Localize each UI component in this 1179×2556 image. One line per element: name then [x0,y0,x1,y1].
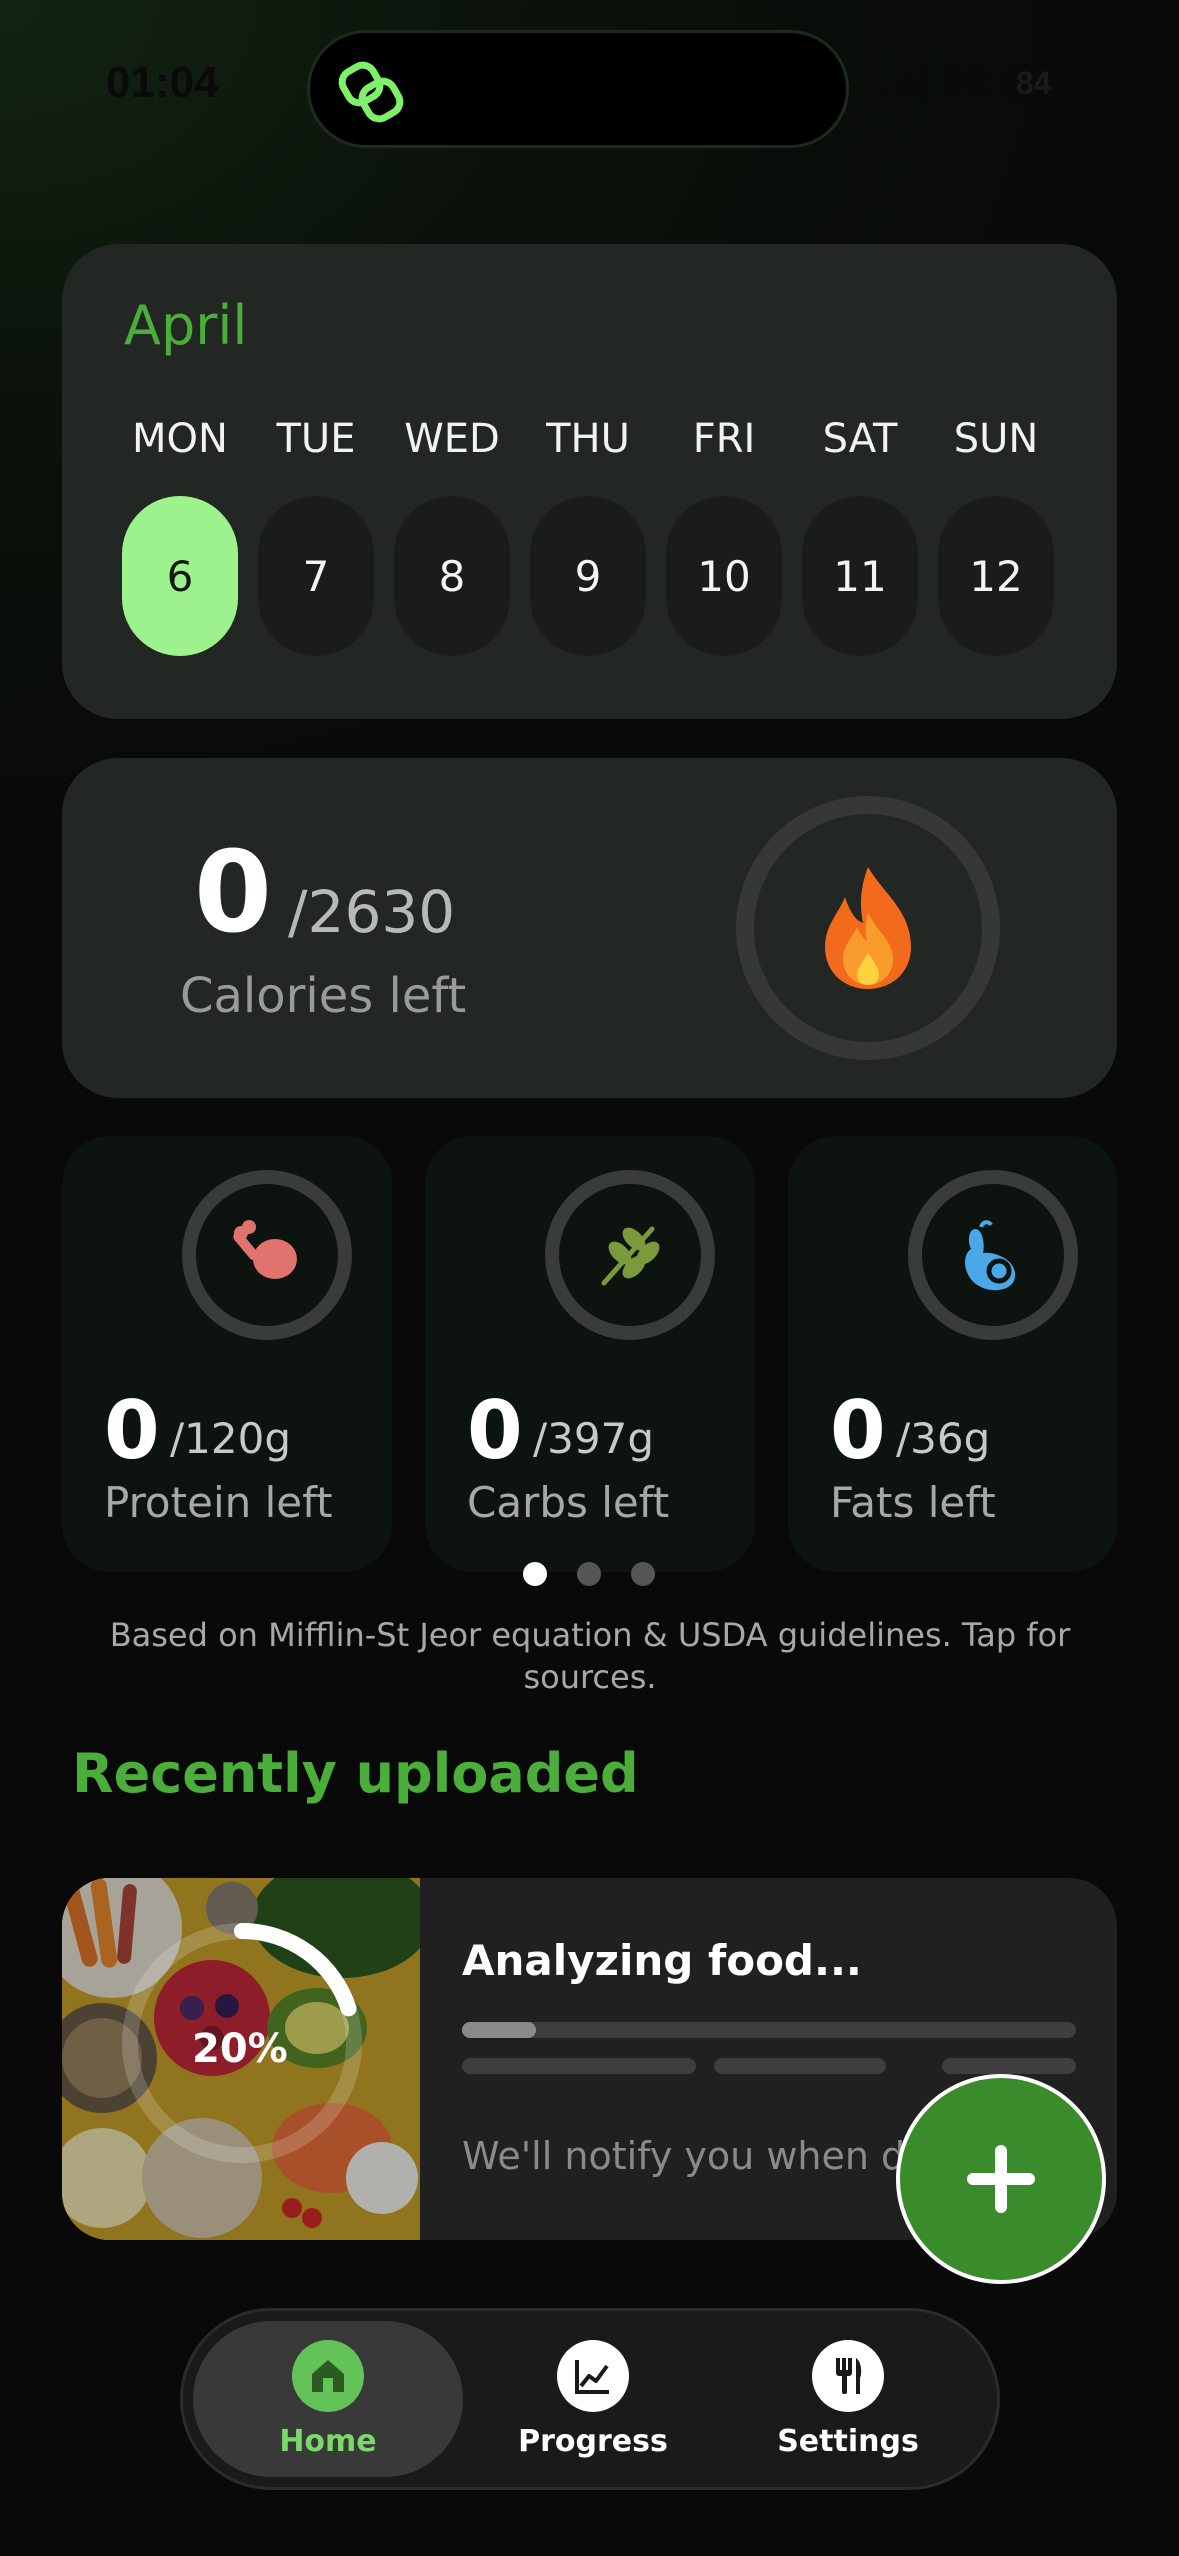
plus-icon [967,2145,1035,2213]
progress-percent: 20% [192,2026,288,2072]
skeleton-bar [942,2058,1076,2074]
nav-label: Settings [777,2423,919,2459]
nav-home[interactable]: Home [193,2321,463,2477]
link-rings-icon [338,61,404,123]
status-indicators: 5G 84 [880,62,1062,105]
status-time: 01:04 [106,58,219,107]
day-pill[interactable]: 7 [258,496,374,656]
skeleton-bar [462,2058,696,2074]
calories-card[interactable]: 0 /2630 Calories left [62,758,1117,1098]
fats-ring [908,1170,1078,1340]
day-pill-selected[interactable]: 6 [122,496,238,656]
nav-label: Home [279,2423,377,2459]
page-dot[interactable] [577,1562,601,1586]
calories-total: /2630 [288,878,456,946]
carbs-label: Carbs left [467,1478,670,1527]
fats-value: 0 [830,1384,886,1477]
nav-settings[interactable]: Settings [713,2321,983,2477]
page-dot[interactable] [631,1562,655,1586]
protein-label: Protein left [104,1478,333,1527]
network-label: 5G [941,62,992,104]
calories-value: 0 [194,828,272,958]
day-pill[interactable]: 11 [802,496,918,656]
month-label: April [124,294,248,357]
carbs-total: /397g [533,1414,654,1463]
dynamic-island [307,30,849,148]
carbs-card[interactable]: 0 /397g Carbs left [425,1136,755,1572]
day-pill[interactable]: 10 [666,496,782,656]
section-title: Recently uploaded [72,1742,639,1805]
day-name: FRI [692,416,756,462]
protein-total: /120g [170,1414,291,1463]
page-indicator[interactable] [523,1562,655,1586]
fats-total: /36g [896,1414,991,1463]
chart-icon [557,2339,629,2412]
day-pill[interactable]: 9 [530,496,646,656]
day-pill[interactable]: 12 [938,496,1054,656]
battery-icon: 84 [1005,63,1062,104]
day-name: WED [404,416,500,462]
add-food-button[interactable] [896,2074,1106,2284]
calories-label: Calories left [180,968,467,1024]
nav-label: Progress [518,2423,668,2459]
bottom-nav: Home Progress Settings [180,2308,1000,2490]
skeleton-bar [714,2058,886,2074]
fats-card[interactable]: 0 /36g Fats left [788,1136,1118,1572]
carbs-ring [545,1170,715,1340]
day-name: THU [546,416,630,462]
day-name: MON [132,416,228,462]
fork-knife-icon [812,2339,884,2412]
day-pill[interactable]: 8 [394,496,510,656]
fire-icon [825,867,911,989]
progress-bar [462,2022,1076,2038]
carbs-value: 0 [467,1384,523,1477]
avocado-icon [965,1220,1016,1291]
page-dot-active[interactable] [523,1562,547,1586]
drumstick-icon [233,1220,297,1279]
protein-value: 0 [104,1384,160,1477]
progress-bar-fill [462,2022,536,2038]
food-thumbnail: 20% [62,1878,420,2240]
day-name: SAT [822,416,898,462]
protein-ring [182,1170,352,1340]
progress-arc [234,1923,357,2017]
week-calendar: April MON 6 TUE 7 WED 8 THU 9 FRI 10 SAT… [62,244,1117,719]
calories-ring [736,796,1000,1060]
signal-icon [880,69,927,98]
nav-progress[interactable]: Progress [458,2321,728,2477]
day-name: TUE [276,416,356,462]
analyzing-title: Analyzing food... [462,1936,862,1985]
wheat-icon [601,1226,660,1286]
day-name: SUN [953,416,1039,462]
home-icon [292,2339,364,2412]
protein-card[interactable]: 0 /120g Protein left [62,1136,392,1572]
sources-note[interactable]: Based on Mifflin-St Jeor equation & USDA… [100,1614,1080,1698]
fats-label: Fats left [830,1478,996,1527]
